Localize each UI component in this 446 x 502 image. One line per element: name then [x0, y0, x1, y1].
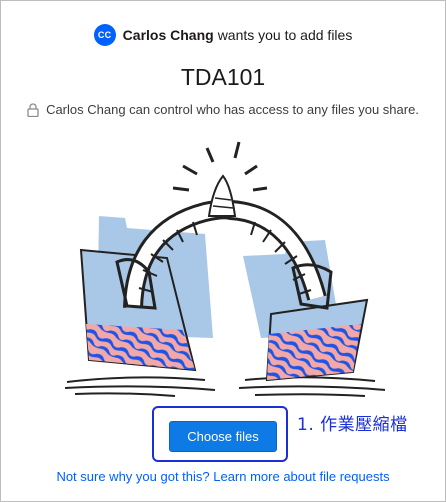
avatar: CC	[93, 24, 116, 46]
folders-high-five-illustration	[64, 141, 386, 397]
requester-message: wants you to add files	[217, 27, 353, 43]
page-title: TDA101	[180, 64, 266, 90]
choose-files-button[interactable]: Choose files	[169, 421, 277, 452]
requester-name: Carlos Chang	[122, 27, 214, 43]
help-text: Not sure why you got this? Learn more ab…	[0, 469, 446, 484]
requester-line: CC Carlos Chang wants you to add files	[0, 24, 446, 46]
access-notice: Carlos Chang can control who has access …	[0, 102, 446, 117]
learn-more-link[interactable]: Not sure why you got this? Learn more ab…	[56, 469, 389, 484]
lock-icon	[27, 102, 39, 117]
annotation-label: 1. 作業壓縮檔	[297, 415, 408, 435]
access-notice-text: Carlos Chang can control who has access …	[46, 102, 419, 117]
